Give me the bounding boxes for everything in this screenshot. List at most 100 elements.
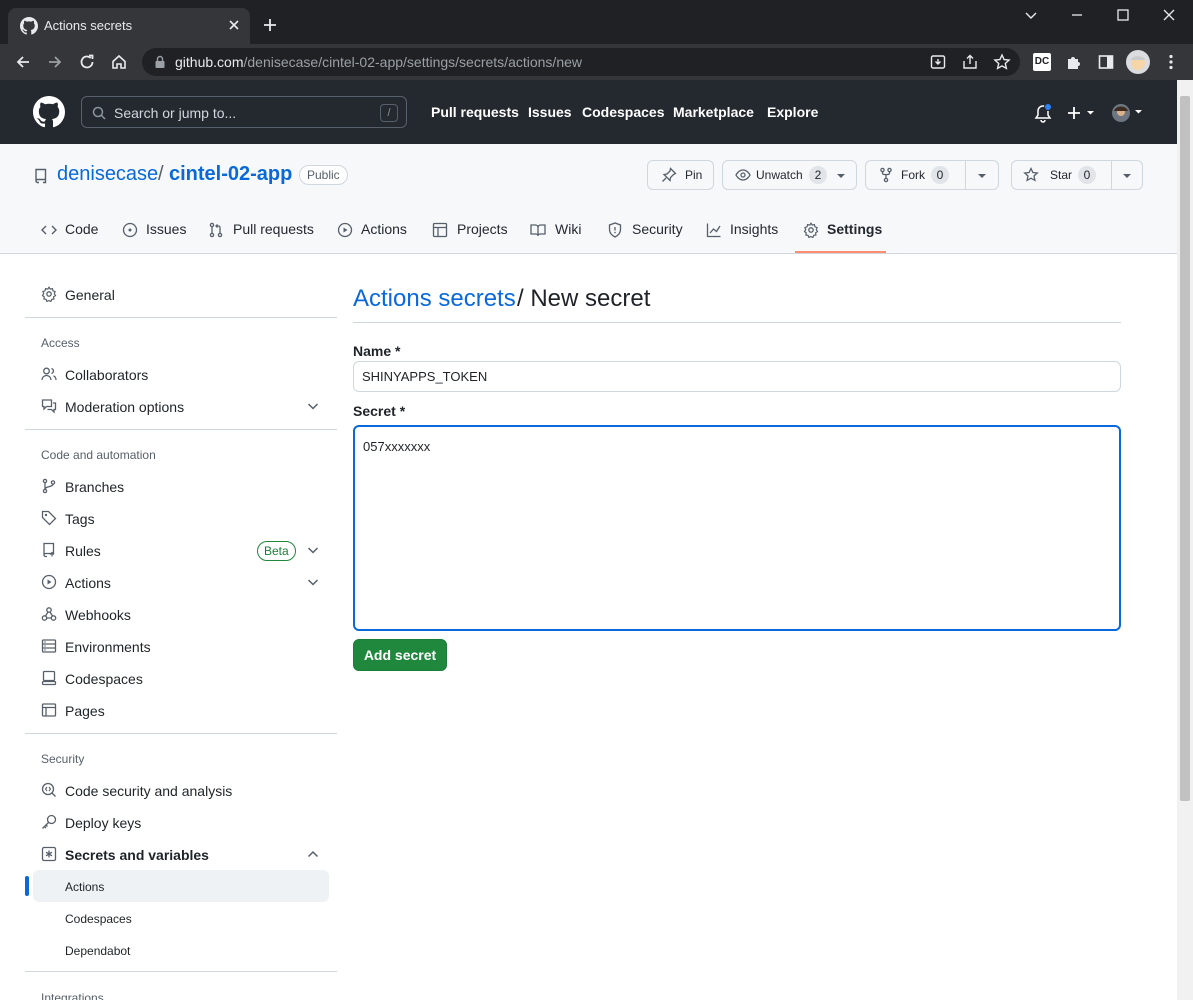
fork-button[interactable]: Fork 0 (865, 160, 999, 190)
minimize-icon[interactable] (1070, 8, 1084, 22)
sidebar-divider (25, 971, 337, 972)
sidebar-item-branches[interactable]: Branches (65, 479, 124, 495)
codespaces-icon (41, 670, 57, 686)
sidebar-item-webhooks[interactable]: Webhooks (65, 607, 131, 623)
sidebar-item-codespaces[interactable]: Codespaces (65, 671, 143, 687)
extensions-puzzle-icon[interactable] (1065, 53, 1083, 71)
url-host: github.com (175, 54, 244, 70)
chevron-down-icon[interactable] (1121, 167, 1133, 183)
tab-code[interactable]: Code (65, 221, 98, 237)
bookmark-star-icon[interactable] (993, 53, 1011, 71)
browser-pages-icon (41, 702, 57, 718)
github-logo-icon[interactable] (33, 96, 65, 128)
sidebar-item-moderation[interactable]: Moderation options (65, 399, 184, 415)
repo-name-link[interactable]: cintel-02-app (169, 163, 292, 186)
pin-button[interactable]: Pin (647, 160, 714, 190)
projects-table-icon (432, 222, 448, 238)
chevron-up-icon[interactable] (305, 846, 321, 862)
user-avatar-menu-icon[interactable] (1111, 104, 1145, 122)
tab-pull-requests[interactable]: Pull requests (233, 221, 314, 237)
secret-name-input[interactable] (353, 361, 1121, 392)
sidebar-item-actions[interactable]: Actions (65, 575, 111, 591)
sidebar-subitem-dependabot[interactable]: Dependabot (65, 944, 130, 958)
new-tab-icon[interactable] (262, 17, 278, 33)
key-icon (41, 814, 57, 830)
profile-avatar-icon[interactable] (1126, 50, 1150, 74)
breadcrumb-actions-secrets-link[interactable]: Actions secrets (353, 285, 516, 313)
tab-wiki[interactable]: Wiki (555, 221, 581, 237)
sidebar-item-deploy-keys[interactable]: Deploy keys (65, 815, 141, 831)
sidebar-subitem-actions[interactable]: Actions (65, 880, 104, 894)
nav-explore[interactable]: Explore (767, 104, 818, 120)
button-divider (965, 160, 966, 190)
unwatch-button[interactable]: Unwatch 2 (722, 160, 857, 190)
chevron-down-icon[interactable] (305, 542, 321, 558)
sidebar-heading-security: Security (41, 752, 85, 766)
sidebar-divider (25, 429, 337, 430)
page-title: / New secret (517, 285, 651, 312)
maximize-icon[interactable] (1116, 8, 1130, 22)
create-new-plus-icon[interactable] (1067, 105, 1097, 121)
play-icon (41, 574, 57, 590)
sidebar-item-environments[interactable]: Environments (65, 639, 151, 655)
notifications-bell-icon[interactable] (1034, 104, 1052, 124)
nav-codespaces[interactable]: Codespaces (582, 104, 664, 120)
sidebar-subitem-codespaces[interactable]: Codespaces (65, 912, 132, 926)
sidebar-item-collaborators[interactable]: Collaborators (65, 367, 148, 383)
search-placeholder: Search or jump to... (114, 105, 237, 121)
tab-actions[interactable]: Actions (361, 221, 407, 237)
fork-count: 0 (931, 166, 949, 184)
tab-insights[interactable]: Insights (730, 221, 778, 237)
side-panel-icon[interactable] (1097, 53, 1115, 71)
add-secret-button[interactable]: Add secret (353, 639, 447, 671)
sidebar-item-code-security[interactable]: Code security and analysis (65, 783, 232, 799)
share-icon[interactable] (961, 53, 979, 71)
star-button[interactable]: Star 0 (1011, 160, 1143, 190)
page-scrollbar-thumb[interactable] (1180, 96, 1190, 801)
forward-arrow-icon[interactable] (46, 53, 64, 71)
codescan-icon (41, 782, 57, 798)
sidebar-divider (25, 317, 337, 318)
sidebar-item-pages[interactable]: Pages (65, 703, 105, 719)
dc-extension-icon[interactable]: DC (1033, 53, 1051, 71)
tab-search-chevron-icon[interactable] (1024, 8, 1038, 22)
unwatch-label: Unwatch (756, 168, 803, 182)
issue-opened-icon (122, 222, 138, 238)
tab-security[interactable]: Security (632, 221, 683, 237)
install-app-icon[interactable] (929, 53, 947, 71)
repo-owner-link[interactable]: denisecase (57, 163, 158, 186)
sidebar-item-secrets-variables[interactable]: Secrets and variables (65, 847, 209, 863)
address-bar[interactable]: github.com/denisecase/cintel-02-app/sett… (142, 48, 1020, 76)
sidebar-heading-code-automation: Code and automation (41, 448, 156, 462)
title-divider (353, 322, 1121, 323)
search-input[interactable]: Search or jump to... / (81, 96, 407, 128)
nav-marketplace[interactable]: Marketplace (673, 104, 754, 120)
eye-icon (735, 167, 751, 183)
sidebar-item-general[interactable]: General (65, 287, 115, 303)
code-brackets-icon (41, 222, 57, 238)
nav-pull-requests[interactable]: Pull requests (431, 104, 519, 120)
chevron-down-icon[interactable] (976, 167, 988, 183)
reload-icon[interactable] (78, 53, 96, 71)
wiki-book-icon (530, 222, 546, 238)
lock-icon[interactable] (154, 55, 166, 69)
tab-settings[interactable]: Settings (827, 221, 882, 237)
tag-icon (41, 510, 57, 526)
back-arrow-icon[interactable] (14, 53, 32, 71)
close-window-icon[interactable] (1162, 8, 1176, 22)
chevron-down-icon[interactable] (305, 574, 321, 590)
actions-play-icon (337, 222, 353, 238)
webhook-icon (41, 606, 57, 622)
sidebar-item-rules[interactable]: Rules (65, 543, 101, 559)
nav-issues[interactable]: Issues (528, 104, 572, 120)
search-icon (92, 106, 106, 120)
chevron-down-icon[interactable] (305, 398, 321, 414)
secret-value-textarea[interactable]: 057xxxxxxx (353, 425, 1121, 631)
tab-projects[interactable]: Projects (457, 221, 508, 237)
browser-menu-icon[interactable] (1162, 53, 1180, 71)
tab-issues[interactable]: Issues (146, 221, 186, 237)
browser-tab[interactable]: Actions secrets (8, 8, 250, 44)
home-icon[interactable] (110, 53, 128, 71)
close-tab-icon[interactable] (228, 19, 240, 31)
sidebar-item-tags[interactable]: Tags (65, 511, 95, 527)
